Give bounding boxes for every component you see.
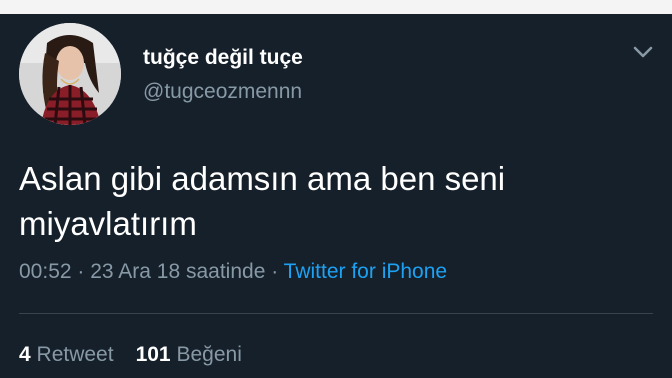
- avatar-photo: [19, 23, 121, 125]
- tweet-card: tuğçe değil tuçe @tugceozmennn Aslan gib…: [0, 14, 672, 378]
- tweet-meta: 00:52 · 23 Ara 18 saatinde · Twitter for…: [19, 260, 447, 284]
- tweet-stats: 4 Retweet 101 Beğeni: [19, 343, 242, 367]
- divider: [19, 313, 653, 314]
- retweet-stat[interactable]: 4 Retweet: [19, 343, 114, 366]
- meta-separator: ·: [71, 260, 91, 283]
- tweet-source-link[interactable]: Twitter for iPhone: [284, 260, 447, 283]
- tweet-text: Aslan gibi adamsın ama ben seni miyavlat…: [19, 160, 506, 242]
- like-count: 101: [135, 343, 171, 366]
- user-handle[interactable]: @tugceozmennn: [143, 80, 302, 104]
- meta-separator: ·: [265, 260, 284, 283]
- like-stat[interactable]: 101 Beğeni: [136, 343, 242, 366]
- retweet-count: 4: [19, 343, 31, 366]
- top-strip: [0, 0, 672, 14]
- tweet-time: 00:52: [19, 260, 72, 283]
- like-label: Beğeni: [176, 343, 242, 366]
- avatar[interactable]: [19, 23, 121, 125]
- retweet-label: Retweet: [36, 343, 114, 366]
- display-name[interactable]: tuğçe değil tuçe: [143, 46, 303, 70]
- chevron-down-icon[interactable]: [630, 42, 656, 62]
- tweet-date: 23 Ara 18 saatinde: [90, 260, 266, 283]
